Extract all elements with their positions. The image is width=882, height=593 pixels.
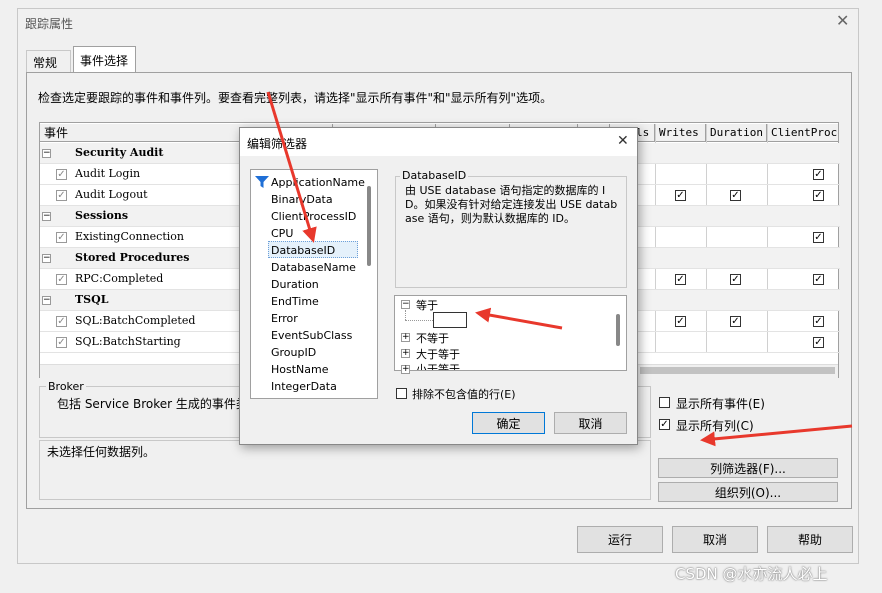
annotation-arrows <box>266 91 853 447</box>
arrow-to-value-input <box>475 307 563 330</box>
arrow-to-show-all-columns <box>700 424 853 447</box>
arrow-to-databaseid <box>266 91 317 243</box>
watermark: CSDN @水亦流人必上 <box>675 565 828 583</box>
